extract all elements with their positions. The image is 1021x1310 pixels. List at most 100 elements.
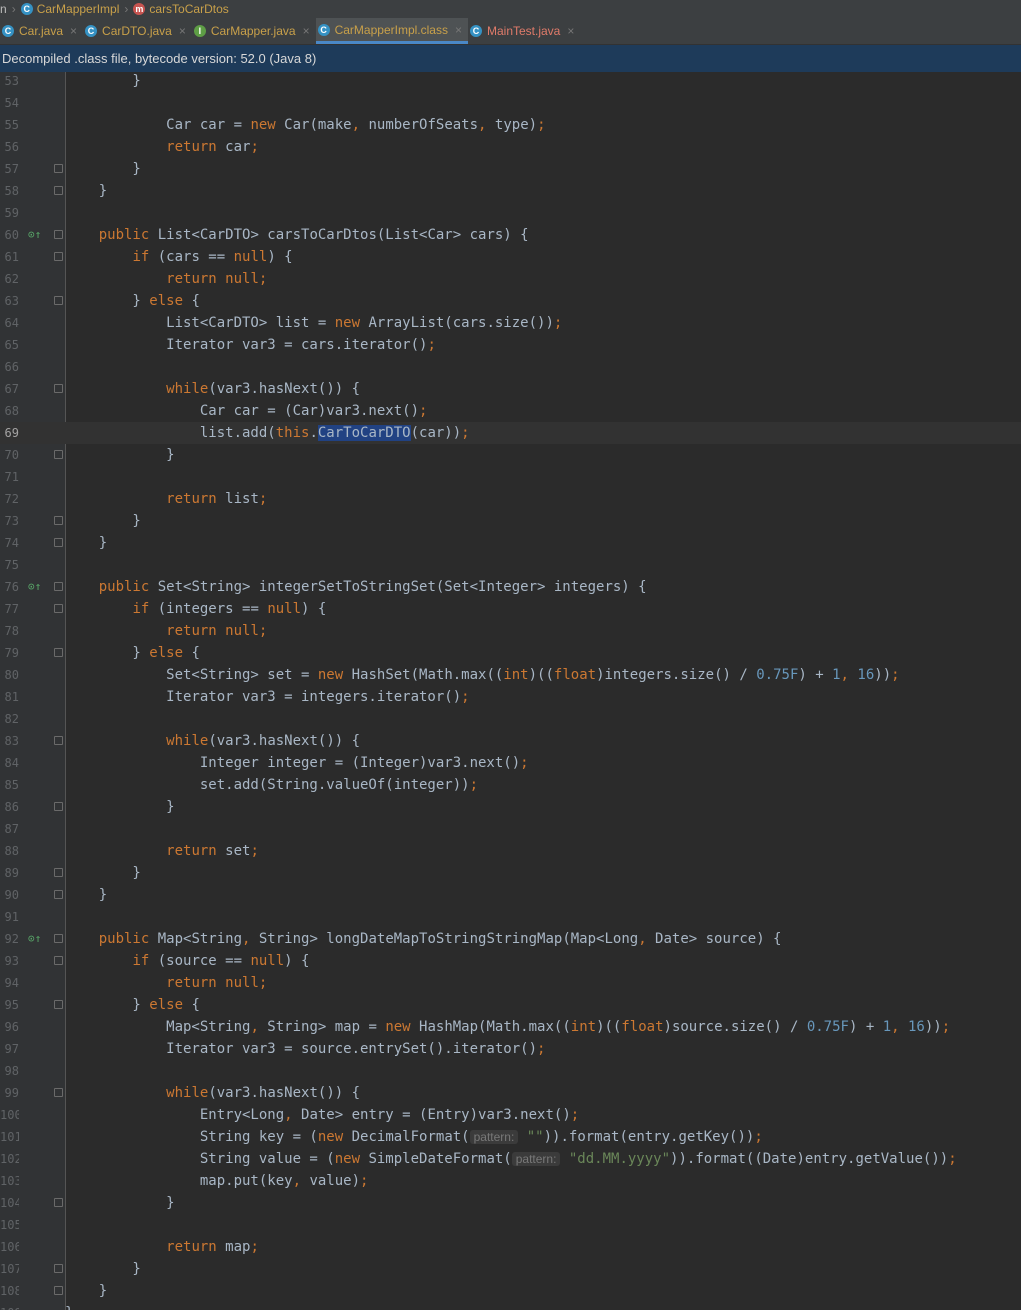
code-line[interactable]: 56 return car; [0,136,1021,158]
code-text: } [65,532,107,554]
code-line[interactable]: 90 } [0,884,1021,906]
code-line[interactable]: 96 Map<String, String> map = new HashMap… [0,1016,1021,1038]
code-line[interactable]: 71 [0,466,1021,488]
fold-marker-icon[interactable] [54,956,63,965]
fold-marker-icon[interactable] [54,230,63,239]
code-line[interactable]: 94 return null; [0,972,1021,994]
tab-2[interactable]: I CarMapper.java × [192,18,316,44]
fold-marker-icon[interactable] [54,802,63,811]
code-line[interactable]: 83 while(var3.hasNext()) { [0,730,1021,752]
fold-marker-icon[interactable] [54,604,63,613]
code-line[interactable]: 101 String key = (new DecimalFormat(patt… [0,1126,1021,1148]
code-line[interactable]: 69 list.add(this.CarToCarDTO(car)); [0,422,1021,444]
code-line[interactable]: 106 return map; [0,1236,1021,1258]
code-line[interactable]: 73 } [0,510,1021,532]
code-token: (car)) [410,425,462,441]
code-line[interactable]: 107 } [0,1258,1021,1280]
close-icon[interactable]: × [70,24,77,38]
fold-marker-icon[interactable] [54,582,63,591]
fold-marker-icon[interactable] [54,1286,63,1295]
code-line[interactable]: 54 [0,92,1021,114]
code-line[interactable]: 53 } [0,72,1021,92]
close-icon[interactable]: × [567,24,574,38]
fold-marker-icon[interactable] [54,1264,63,1273]
fold-marker-icon[interactable] [54,1088,63,1097]
breadcrumb-item-method[interactable]: carsToCarDtos [149,2,228,16]
code-line[interactable]: 98 [0,1060,1021,1082]
tab-0[interactable]: C Car.java × [0,18,83,44]
code-line[interactable]: 84 Integer integer = (Integer)var3.next(… [0,752,1021,774]
fold-marker-icon[interactable] [54,890,63,899]
code-line[interactable]: 78 return null; [0,620,1021,642]
code-line[interactable]: 87 [0,818,1021,840]
code-line[interactable]: 89 } [0,862,1021,884]
fold-marker-icon[interactable] [54,164,63,173]
breadcrumb-item-root[interactable]: n [0,2,7,16]
fold-marker-icon[interactable] [54,1000,63,1009]
fold-marker-icon[interactable] [54,252,63,261]
code-line[interactable]: 85 set.add(String.valueOf(integer)); [0,774,1021,796]
code-line[interactable]: 104 } [0,1192,1021,1214]
code-line[interactable]: 105 [0,1214,1021,1236]
fold-marker-icon[interactable] [54,186,63,195]
code-line[interactable]: 58 } [0,180,1021,202]
code-line[interactable]: 91 [0,906,1021,928]
code-line[interactable]: 88 return set; [0,840,1021,862]
code-line[interactable]: 82 [0,708,1021,730]
code-line[interactable]: 72 return list; [0,488,1021,510]
fold-marker-icon[interactable] [54,538,63,547]
code-line[interactable]: 64 List<CarDTO> list = new ArrayList(car… [0,312,1021,334]
code-line[interactable]: 68 Car car = (Car)var3.next(); [0,400,1021,422]
implements-method-icon[interactable]: ⊙↑ [28,576,41,598]
code-line[interactable]: 97 Iterator var3 = source.entrySet().ite… [0,1038,1021,1060]
tab-4[interactable]: C MainTest.java × [468,18,580,44]
code-line[interactable]: 102 String value = (new SimpleDateFormat… [0,1148,1021,1170]
code-line[interactable]: 108 } [0,1280,1021,1302]
code-line[interactable]: 62 return null; [0,268,1021,290]
implements-method-icon[interactable]: ⊙↑ [28,928,41,950]
fold-marker-icon[interactable] [54,736,63,745]
code-line[interactable]: 70 } [0,444,1021,466]
code-line[interactable]: 77 if (integers == null) { [0,598,1021,620]
close-icon[interactable]: × [179,24,186,38]
breadcrumb-item-class[interactable]: CarMapperImpl [37,2,120,16]
fold-marker-icon[interactable] [54,868,63,877]
code-line[interactable]: 65 Iterator var3 = cars.iterator(); [0,334,1021,356]
code-token: new [334,315,361,331]
code-line[interactable]: 93 if (source == null) { [0,950,1021,972]
code-line[interactable]: 66 [0,356,1021,378]
close-icon[interactable]: × [303,24,310,38]
fold-marker-icon[interactable] [54,934,63,943]
code-line[interactable]: 67 while(var3.hasNext()) { [0,378,1021,400]
fold-marker-icon[interactable] [54,384,63,393]
code-line[interactable]: 75 [0,554,1021,576]
code-line[interactable]: 95 } else { [0,994,1021,1016]
code-line[interactable]: 92 ⊙↑ public Map<String, String> longDate… [0,928,1021,950]
code-line[interactable]: 81 Iterator var3 = integers.iterator(); [0,686,1021,708]
code-line[interactable]: 79 } else { [0,642,1021,664]
code-editor[interactable]: 53 } 54 55 Car car = new Car(make, numberO… [0,72,1021,1310]
code-line[interactable]: 60 ⊙↑ public List<CarDTO> carsToCarDtos(L… [0,224,1021,246]
fold-marker-icon[interactable] [54,648,63,657]
code-line[interactable]: 109} [0,1302,1021,1310]
tab-3[interactable]: C CarMapperImpl.class × [315,18,468,44]
code-line[interactable]: 57 } [0,158,1021,180]
code-line[interactable]: 80 Set<String> set = new HashSet(Math.ma… [0,664,1021,686]
fold-marker-icon[interactable] [54,450,63,459]
fold-marker-icon[interactable] [54,296,63,305]
code-line[interactable]: 99 while(var3.hasNext()) { [0,1082,1021,1104]
code-line[interactable]: 59 [0,202,1021,224]
tab-1[interactable]: C CarDTO.java × [83,18,192,44]
fold-marker-icon[interactable] [54,516,63,525]
fold-marker-icon[interactable] [54,1198,63,1207]
close-icon[interactable]: × [455,23,462,37]
implements-method-icon[interactable]: ⊙↑ [28,224,41,246]
code-line[interactable]: 103 map.put(key, value); [0,1170,1021,1192]
code-line[interactable]: 100 Entry<Long, Date> entry = (Entry)var… [0,1104,1021,1126]
code-line[interactable]: 76 ⊙↑ public Set<String> integerSetToStri… [0,576,1021,598]
code-line[interactable]: 63 } else { [0,290,1021,312]
code-line[interactable]: 86 } [0,796,1021,818]
code-line[interactable]: 74 } [0,532,1021,554]
code-line[interactable]: 55 Car car = new Car(make, numberOfSeats… [0,114,1021,136]
code-line[interactable]: 61 if (cars == null) { [0,246,1021,268]
